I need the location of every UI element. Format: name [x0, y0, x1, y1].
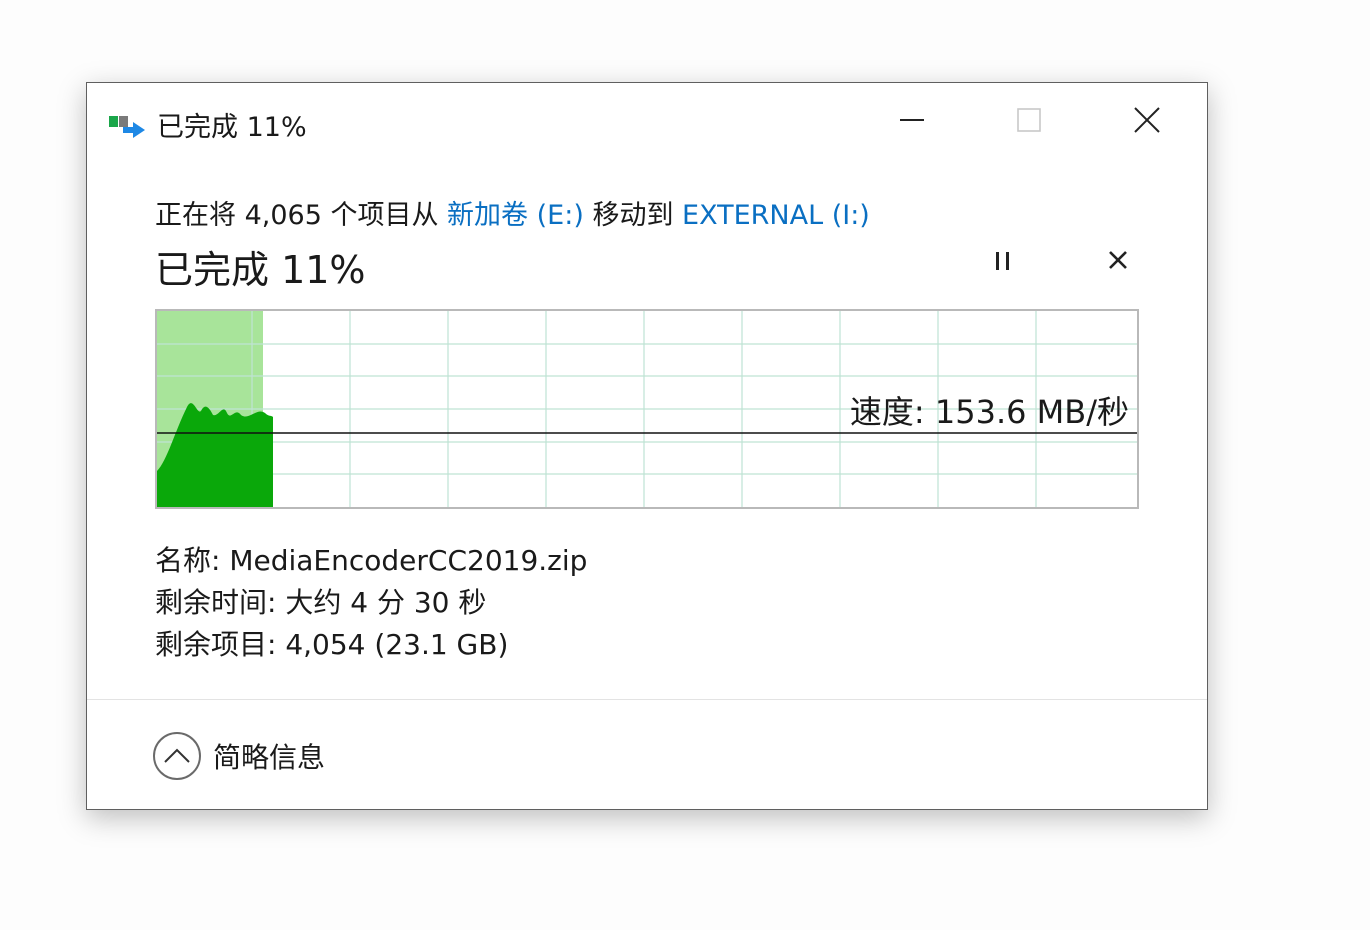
title-bar: 已完成 11% [87, 83, 1207, 159]
operation-middle: 移动到 [583, 200, 683, 231]
cancel-button[interactable] [1098, 249, 1138, 271]
chevron-circle [153, 732, 201, 780]
file-copy-dialog: 已完成 11% 正在将 4,065 个项目从 新加卷 (E:) 移动到 EXTE… [86, 82, 1208, 810]
file-name: 名称: MediaEncoderCC2019.zip [155, 544, 588, 577]
items-remaining: 剩余项目: 4,054 (23.1 GB) [155, 628, 509, 661]
less-details-label: 简略信息 [213, 741, 326, 774]
operation-description: 正在将 4,065 个项目从 新加卷 (E:) 移动到 EXTERNAL (I:… [155, 193, 870, 232]
source-drive-link[interactable]: 新加卷 (E:) [447, 200, 584, 231]
window-title: 已完成 11% [157, 112, 307, 143]
dialog-footer: 简略信息 [87, 699, 1207, 811]
pause-button[interactable] [983, 249, 1023, 273]
speed-label: 速度: 153.6 MB/秒 [849, 393, 1129, 431]
close-button[interactable] [1114, 97, 1180, 143]
operation-prefix: 正在将 4,065 个项目从 [155, 200, 448, 231]
cancel-icon [1109, 251, 1127, 269]
transfer-speed-graph: 速度: 153.6 MB/秒 [155, 309, 1139, 509]
move-files-icon [109, 116, 145, 138]
minimize-button[interactable] [879, 97, 945, 143]
less-details-button[interactable]: 简略信息 [153, 732, 325, 780]
maximize-button[interactable] [996, 97, 1062, 143]
destination-drive-link[interactable]: EXTERNAL (I:) [682, 200, 870, 231]
maximize-icon [1017, 108, 1041, 132]
close-icon [1134, 107, 1160, 133]
chevron-up-icon [164, 748, 190, 763]
progress-percent: 已完成 11% [155, 248, 366, 292]
minimize-icon [900, 119, 924, 121]
pause-icon [996, 252, 1009, 270]
time-remaining: 剩余时间: 大约 4 分 30 秒 [155, 586, 487, 619]
